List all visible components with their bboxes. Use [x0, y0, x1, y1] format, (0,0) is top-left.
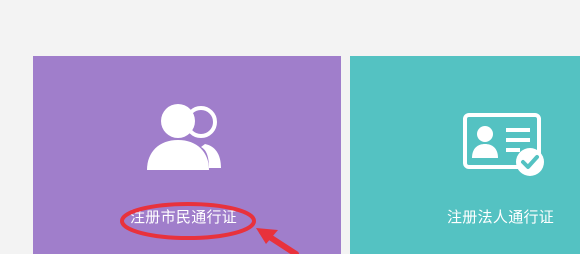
id-card-icon — [462, 112, 548, 178]
register-citizen-pass-card[interactable]: 注册市民通行证 — [33, 56, 341, 254]
register-legal-person-pass-card[interactable]: 注册法人通行证 — [350, 56, 580, 254]
users-icon — [143, 100, 223, 172]
register-legal-person-pass-label: 注册法人通行证 — [447, 208, 555, 226]
page: 注册市民通行证 注册法人通行证 — [0, 0, 580, 254]
register-citizen-pass-label: 注册市民通行证 — [130, 208, 238, 226]
